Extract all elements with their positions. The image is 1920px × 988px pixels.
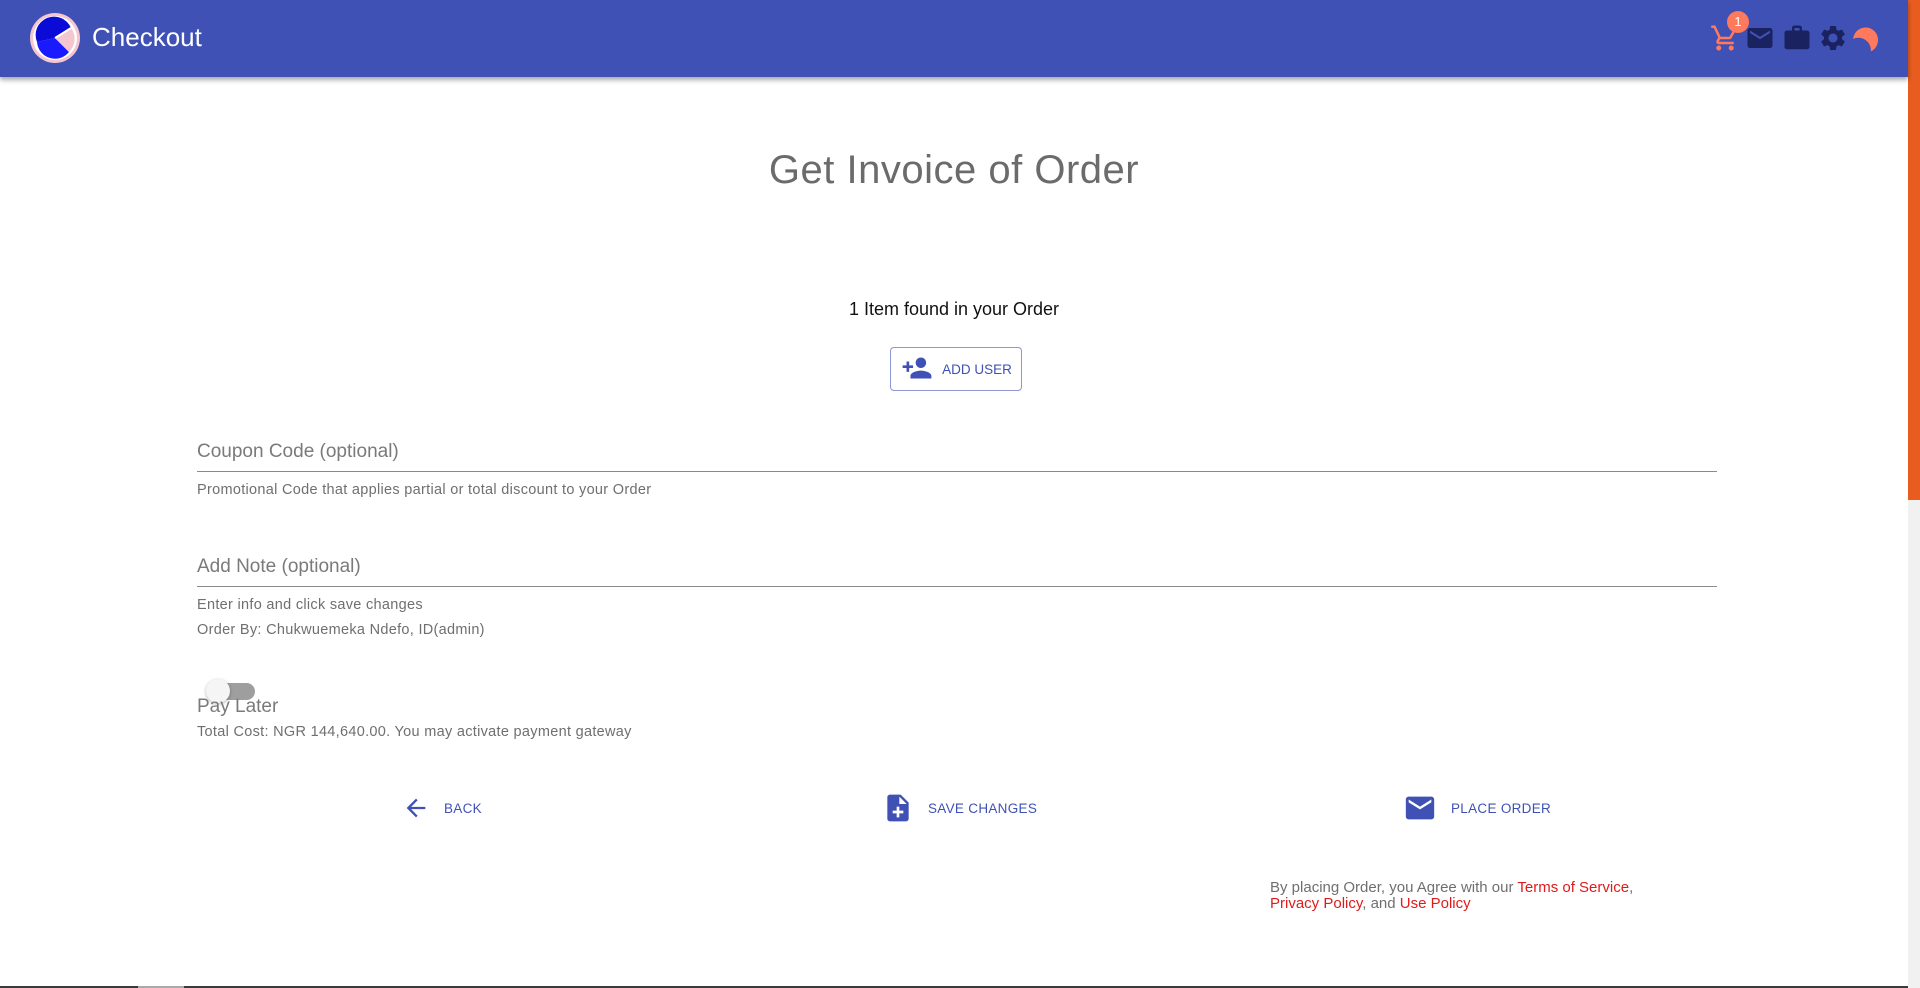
note-add-icon	[887, 794, 909, 822]
coupon-code-field[interactable]: Coupon Code (optional)	[197, 437, 1717, 472]
briefcase-icon[interactable]	[1782, 23, 1812, 53]
person-add-icon	[900, 353, 934, 386]
mail-icon	[1405, 796, 1435, 820]
add-note-label[interactable]: Add Note (optional)	[197, 552, 1717, 587]
add-user-button[interactable]: ADD USER	[890, 347, 1022, 391]
pay-later-label: Pay Later	[197, 696, 279, 717]
coupon-helper-text: Promotional Code that applies partial or…	[197, 482, 652, 498]
arrow-back-icon	[406, 798, 426, 818]
place-order-label: PLACE ORDER	[1451, 800, 1552, 816]
coupon-code-label[interactable]: Coupon Code (optional)	[197, 437, 1717, 472]
items-found-text: 1 Item found in your Order	[848, 299, 1060, 319]
add-user-label: ADD USER	[942, 361, 1012, 377]
app-bar: Checkout 1	[0, 0, 1908, 77]
terms-and-text: , and	[1362, 895, 1400, 912]
terms-comma: ,	[1629, 879, 1634, 896]
scrollbar-thumb[interactable]	[1908, 0, 1920, 500]
mail-icon[interactable]	[1745, 23, 1775, 53]
total-cost-text: Total Cost: NGR 144,640.00. You may acti…	[197, 724, 632, 740]
app-logo[interactable]	[29, 12, 81, 64]
page-title: Get Invoice of Order	[768, 148, 1140, 192]
app-title: Checkout	[92, 22, 202, 52]
note-helper-text: Enter info and click save changes	[197, 597, 423, 613]
save-changes-button[interactable]: SAVE CHANGES	[882, 790, 1037, 826]
back-button[interactable]: BACK	[402, 790, 482, 826]
add-note-field[interactable]: Add Note (optional)	[197, 552, 1717, 587]
use-policy-link[interactable]: Use Policy	[1400, 895, 1471, 912]
terms-of-service-link[interactable]: Terms of Service	[1517, 879, 1629, 896]
order-by-text: Order By: Chukwuemeka Ndefo, ID(admin)	[197, 622, 485, 638]
save-changes-label: SAVE CHANGES	[928, 800, 1038, 816]
privacy-policy-link[interactable]: Privacy Policy	[1270, 895, 1362, 912]
moon-icon[interactable]	[1852, 23, 1882, 53]
back-label: BACK	[444, 800, 482, 816]
terms-notice: By placing Order, you Agree with our Ter…	[1270, 880, 1690, 912]
terms-prefix: By placing Order, you Agree with our	[1270, 879, 1518, 896]
gear-icon[interactable]	[1818, 23, 1848, 53]
place-order-button[interactable]: PLACE ORDER	[1403, 790, 1551, 826]
